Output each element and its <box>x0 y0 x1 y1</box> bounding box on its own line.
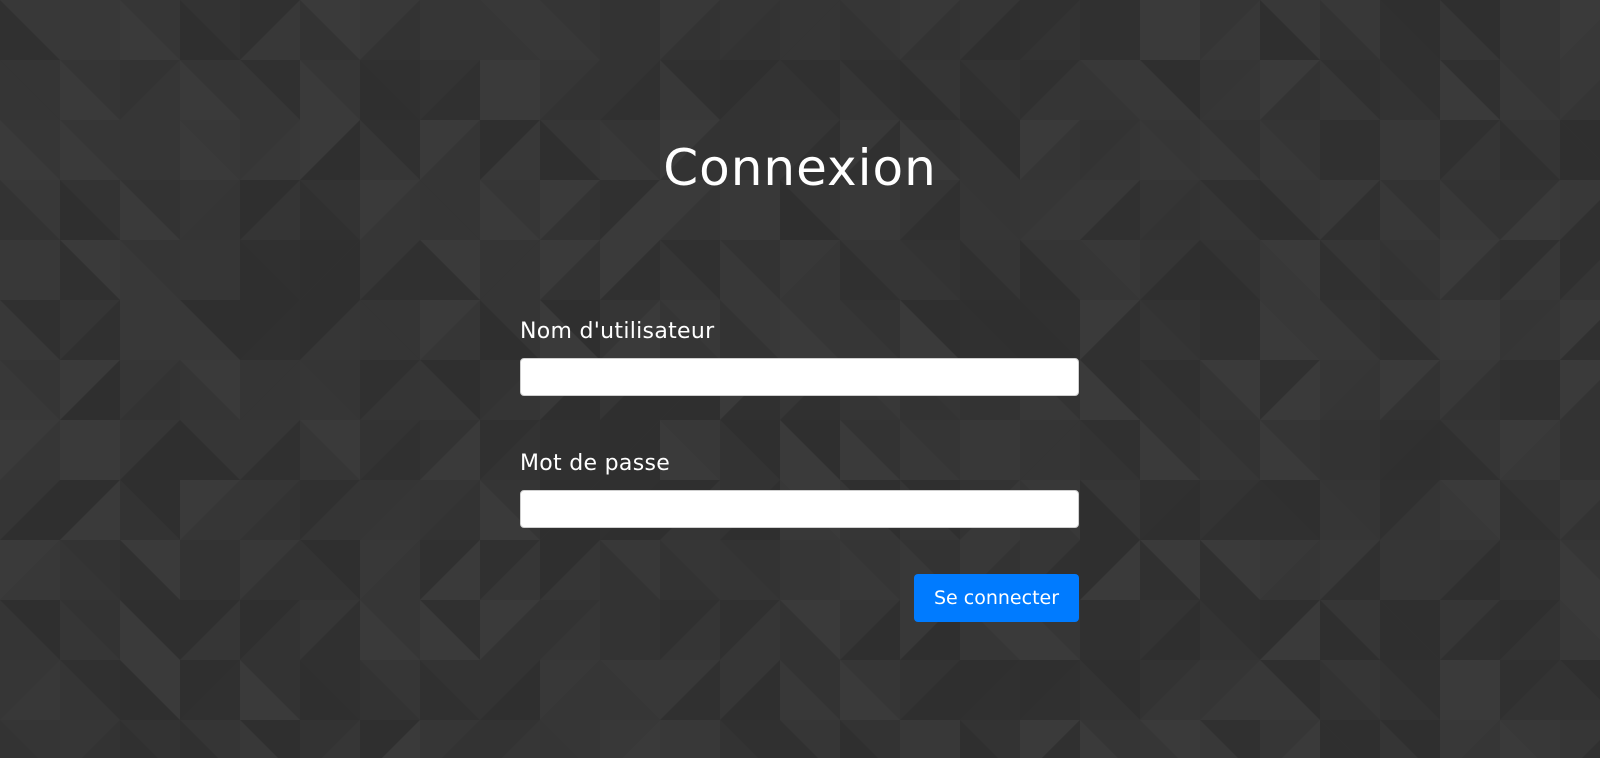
login-form: Connexion Nom d'utilisateur Mot de passe… <box>0 0 1600 758</box>
login-button[interactable]: Se connecter <box>914 574 1079 622</box>
page-title: Connexion <box>663 139 937 197</box>
password-field[interactable] <box>520 490 1079 528</box>
username-field[interactable] <box>520 358 1079 396</box>
username-label: Nom d'utilisateur <box>520 319 715 344</box>
password-label: Mot de passe <box>520 451 671 476</box>
